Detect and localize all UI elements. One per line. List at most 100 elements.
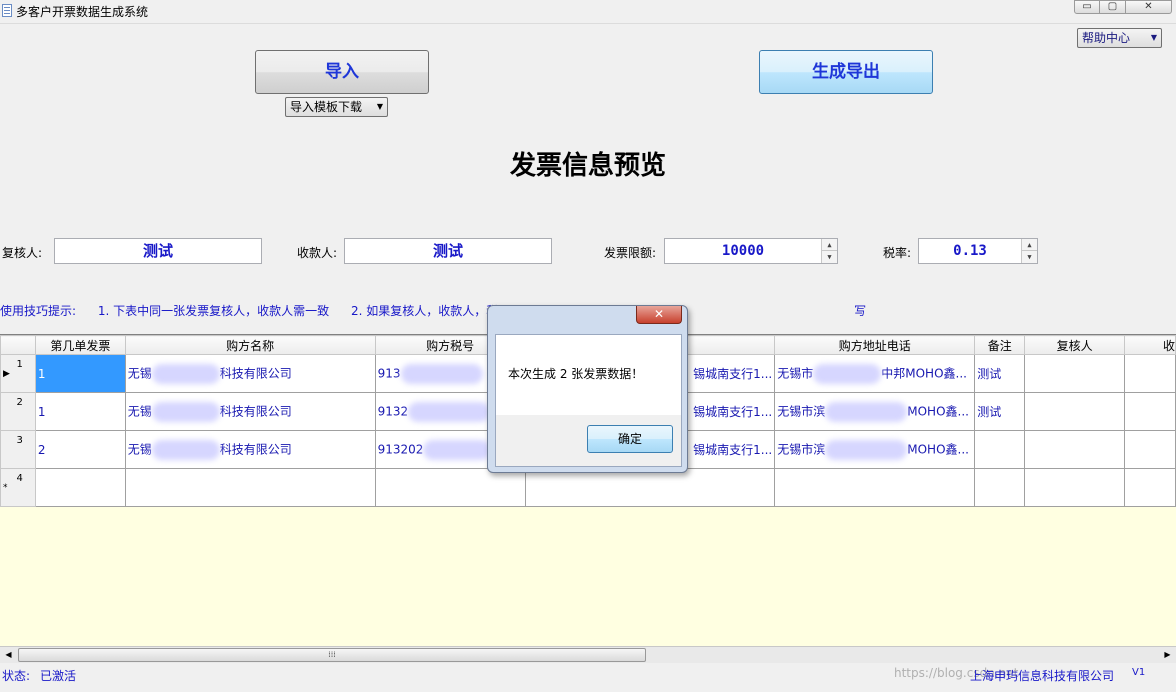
table-cell[interactable]: 无锡 科技有限公司 (124, 430, 376, 469)
table-cell[interactable] (34, 468, 126, 507)
table-cell[interactable] (1124, 430, 1176, 469)
name-start: 无锡 (127, 442, 152, 456)
row-header[interactable]: 2 (0, 392, 36, 431)
row-number: 2 (16, 397, 23, 408)
spin-down-icon[interactable]: ▼ (1022, 251, 1037, 263)
payee-label: 收款人: (297, 246, 338, 260)
name-start: 无锡 (127, 366, 152, 380)
redaction-blur (151, 363, 220, 384)
row-number: 3 (16, 435, 23, 446)
table-cell[interactable] (1024, 468, 1125, 507)
addr-end: MOHO鑫... (907, 404, 969, 418)
message-dialog: ✕ 本次生成 2 张发票数据！ 确定 (487, 305, 688, 473)
column-header[interactable]: 收 (1124, 335, 1176, 355)
invoice-limit-stepper[interactable]: 10000 ▲ ▼ (664, 238, 838, 264)
horizontal-scrollbar[interactable]: ◀ ⁞⁞⁞ ▶ (0, 646, 1176, 663)
column-header[interactable]: 购方地址电话 (774, 335, 976, 355)
redaction-blur (400, 363, 483, 384)
table-cell[interactable]: 无锡 科技有限公司 (124, 392, 376, 431)
table-cell[interactable]: 测试 (974, 354, 1026, 393)
redaction-blur (825, 401, 908, 422)
minimize-button[interactable]: ▭ (1074, 0, 1100, 14)
row-header[interactable]: 1 ▶ (0, 354, 36, 393)
table-cell[interactable] (974, 468, 1026, 507)
bank-info: 锡城南支行1... (693, 443, 773, 457)
import-button[interactable]: 导入 (255, 50, 429, 94)
table-cell[interactable] (524, 468, 776, 507)
tax-id: 913 (377, 366, 401, 380)
tip-1: 1. 下表中同一张发票复核人，收款人需一致 (97, 304, 330, 318)
new-row[interactable]: 4 * (0, 468, 1176, 507)
app-icon (2, 4, 12, 17)
scroll-right-icon[interactable]: ▶ (1159, 647, 1176, 663)
table-cell[interactable] (1124, 468, 1176, 507)
tip-2-end: 写 (854, 304, 867, 318)
redaction-blur (813, 363, 882, 384)
table-cell[interactable]: 1 (34, 392, 126, 431)
window-title: 多客户开票数据生成系统 (16, 5, 149, 19)
window-controls: ▭ ▢ ✕ (1074, 0, 1172, 14)
table-cell[interactable]: 无锡市 中邦MOHO鑫... (774, 354, 976, 393)
usage-tips: 使用技巧提示: 1. 下表中同一张发票复核人，收款人需一致 2. 如果复核人，收… (0, 302, 884, 319)
addr-start: 无锡市 (777, 366, 814, 380)
table-cell[interactable] (1024, 430, 1125, 469)
tax-id: 913202 (377, 442, 424, 456)
spin-down-icon[interactable]: ▼ (822, 251, 837, 263)
window-title-bar: 多客户开票数据生成系统 ▭ ▢ ✕ (0, 0, 1176, 24)
tips-prefix: 使用技巧提示: (0, 304, 77, 318)
row-number: 1 (16, 359, 23, 370)
table-cell[interactable] (124, 468, 376, 507)
reviewer-label: 复核人: (2, 246, 43, 260)
row-header[interactable]: 4 * (0, 468, 36, 507)
ok-button[interactable]: 确定 (587, 425, 673, 453)
row-header-corner (0, 335, 36, 355)
bank-info: 锡城南支行1... (693, 367, 773, 381)
tax-rate-value: 0.13 (953, 243, 987, 259)
reviewer-field[interactable]: 测试 (54, 238, 262, 264)
dialog-message: 本次生成 2 张发票数据！ (508, 367, 644, 381)
column-header[interactable]: 备注 (974, 335, 1026, 355)
scrollbar-thumb[interactable]: ⁞⁞⁞ (18, 648, 646, 662)
table-cell[interactable]: 无锡市滨 MOHO鑫... (774, 430, 976, 469)
spin-up-icon[interactable]: ▲ (1022, 239, 1037, 251)
current-row-icon: ▶ (3, 369, 10, 379)
addr-end: 中邦MOHO鑫... (881, 366, 967, 380)
invoice-limit-spin[interactable]: ▲ ▼ (821, 239, 837, 263)
scroll-left-icon[interactable]: ◀ (0, 647, 17, 663)
name-end: 科技有限公司 (219, 404, 292, 418)
dialog-body: 本次生成 2 张发票数据！ 确定 (495, 334, 682, 467)
table-cell[interactable] (1124, 354, 1176, 393)
row-header[interactable]: 3 (0, 430, 36, 469)
close-window-button[interactable]: ✕ (1126, 0, 1172, 14)
table-cell[interactable] (774, 468, 976, 507)
column-header[interactable]: 第几单发票 (34, 335, 126, 355)
table-cell[interactable] (1124, 392, 1176, 431)
version-label: V1 (1132, 667, 1146, 678)
status-value: 已激活 (40, 669, 77, 683)
spin-up-icon[interactable]: ▲ (822, 239, 837, 251)
dialog-close-button[interactable]: ✕ (636, 306, 682, 324)
payee-field[interactable]: 测试 (344, 238, 552, 264)
tax-rate-stepper[interactable]: 0.13 ▲ ▼ (918, 238, 1038, 264)
maximize-button[interactable]: ▢ (1100, 0, 1126, 14)
tax-rate-label: 税率: (883, 246, 912, 260)
dialog-content: 本次生成 2 张发票数据！ (496, 335, 681, 415)
tax-rate-spin[interactable]: ▲ ▼ (1021, 239, 1037, 263)
new-row-icon: * (3, 483, 8, 493)
help-center-label: 帮助中心 (1082, 31, 1131, 45)
table-cell[interactable] (374, 468, 526, 507)
template-download-dropdown[interactable]: 导入模板下载 ▼ (285, 97, 388, 117)
table-cell[interactable]: 2 (34, 430, 126, 469)
column-header[interactable]: 购方名称 (124, 335, 376, 355)
table-cell[interactable]: 测试 (974, 392, 1026, 431)
help-center-dropdown[interactable]: 帮助中心 ▼ (1077, 28, 1162, 48)
column-header[interactable]: 复核人 (1024, 335, 1125, 355)
table-cell[interactable] (1024, 392, 1125, 431)
table-cell[interactable] (974, 430, 1026, 469)
table-cell[interactable] (1024, 354, 1125, 393)
table-cell[interactable]: 无锡市滨 MOHO鑫... (774, 392, 976, 431)
table-cell[interactable]: 1 (34, 354, 126, 393)
generate-export-button[interactable]: 生成导出 (759, 50, 933, 94)
status-label: 状态: (2, 669, 31, 683)
table-cell[interactable]: 无锡 科技有限公司 (124, 354, 376, 393)
